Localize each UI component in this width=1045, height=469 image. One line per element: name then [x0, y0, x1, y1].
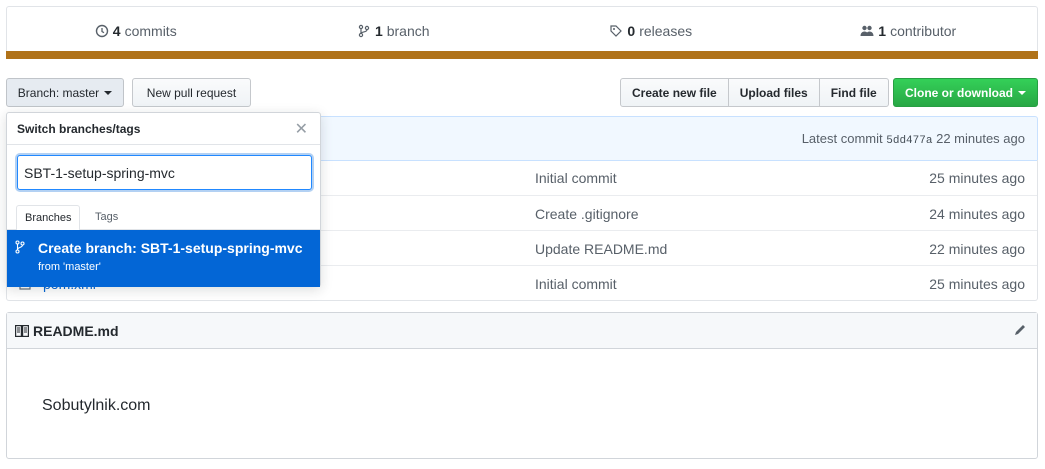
releases-label: releases [639, 23, 693, 39]
create-branch-source: from 'master' [38, 261, 101, 273]
close-icon[interactable]: ✕ [295, 119, 308, 139]
branch-select-button[interactable]: Branch: master [6, 78, 124, 107]
contributors-link[interactable]: 1 contributor [780, 23, 1038, 39]
file-actions-group: Create new file Upload files Find file [620, 78, 889, 107]
commits-count: 4 [112, 23, 121, 39]
create-new-file-button[interactable]: Create new file [620, 78, 729, 107]
commit-message-link[interactable]: Update README.md [535, 241, 667, 257]
menu-tabs: Branches Tags [7, 205, 320, 231]
create-branch-label: Create branch: SBT-1-setup-spring-mvc [38, 240, 303, 256]
commits-label: commits [124, 23, 177, 39]
releases-link[interactable]: 0 releases [522, 23, 780, 39]
people-icon [860, 25, 874, 36]
branch-icon [358, 24, 370, 38]
contributors-count: 1 [878, 23, 887, 39]
contributors-label: contributor [890, 23, 957, 39]
branch-select-menu: Switch branches/tags ✕ Branches Tags Cre… [6, 112, 321, 287]
commit-sha-link[interactable]: 5dd477a [886, 135, 932, 147]
menu-filter [7, 145, 320, 190]
tag-icon [610, 25, 623, 37]
branches-label: branch [386, 23, 430, 39]
caret-down-icon [1018, 90, 1026, 95]
branch-filter-input[interactable] [17, 155, 312, 190]
commits-link[interactable]: 4 commits [7, 23, 265, 39]
language-bar[interactable] [6, 51, 1038, 59]
branch-prefix: Branch: [17, 85, 60, 100]
caret-down-icon [104, 90, 113, 95]
commit-message-link[interactable]: Initial commit [535, 276, 617, 292]
branches-count: 1 [374, 23, 383, 39]
menu-header: Switch branches/tags ✕ [7, 113, 320, 145]
branch-name: master [62, 85, 100, 100]
pencil-icon[interactable] [1013, 323, 1027, 337]
commit-message-link[interactable]: Create .gitignore [535, 206, 639, 222]
latest-commit-info: Latest commit 5dd477a 22 minutes ago [802, 131, 1025, 147]
branch-icon [15, 240, 25, 254]
upload-files-button[interactable]: Upload files [727, 78, 820, 107]
history-icon [95, 24, 108, 38]
readme-title: README.md [33, 322, 119, 339]
releases-count: 0 [627, 23, 636, 39]
tab-branches[interactable]: Branches [16, 205, 81, 231]
clone-label: Clone or download [905, 85, 1013, 100]
book-icon [15, 324, 29, 337]
tab-tags[interactable]: Tags [87, 205, 126, 230]
commit-message-link[interactable]: Initial commit [535, 170, 617, 186]
commit-age: 25 minutes ago [929, 170, 1025, 186]
menu-title: Switch branches/tags [17, 122, 141, 136]
commit-age: 25 minutes ago [929, 276, 1025, 292]
commit-age: 22 minutes ago [929, 241, 1025, 257]
find-file-button[interactable]: Find file [818, 78, 889, 107]
branches-link[interactable]: 1 branch [265, 23, 523, 39]
clone-or-download-button[interactable]: Clone or download [893, 78, 1038, 107]
readme-header: README.md [7, 313, 1037, 349]
latest-commit-prefix: Latest commit [801, 131, 883, 146]
readme-box: README.md Sobutylnik.com [6, 312, 1038, 459]
readme-content: Sobutylnik.com [42, 397, 151, 414]
create-branch-item[interactable]: Create branch: SBT-1-setup-spring-mvc fr… [7, 230, 320, 287]
latest-commit-age: 22 minutes ago [936, 131, 1025, 146]
new-pull-request-button[interactable]: New pull request [132, 78, 251, 107]
commit-age: 24 minutes ago [929, 206, 1025, 222]
